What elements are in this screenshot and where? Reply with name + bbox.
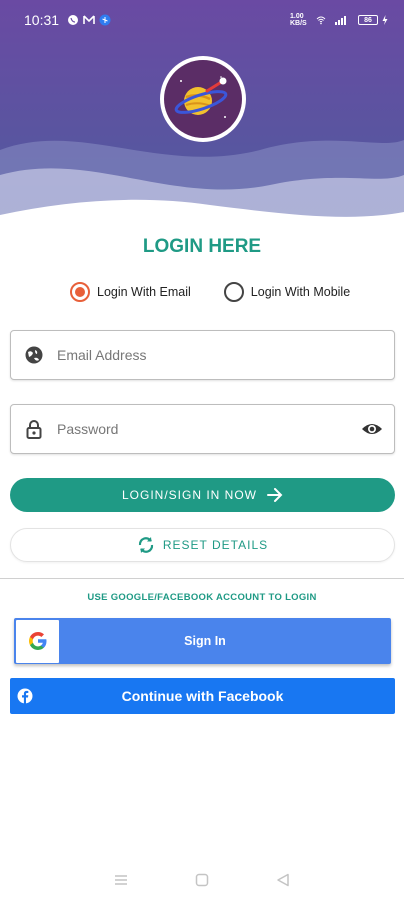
network-speed: 1.00 KB/S [290,13,307,27]
google-sign-in-label: Sign In [184,634,226,648]
radio-login-mobile[interactable]: Login With Mobile [223,282,351,302]
password-input[interactable] [57,421,350,437]
login-button-label: LOGIN/SIGN IN NOW [121,488,257,502]
planet-rocket-logo-icon [164,60,242,138]
google-sign-in-button[interactable]: Sign In [14,618,391,664]
wifi-icon [316,15,326,25]
globe-icon [11,345,57,365]
radio-button-email[interactable] [70,282,90,302]
signal-icon [334,15,350,25]
app-logo [160,56,246,142]
home-icon[interactable] [195,873,209,887]
email-field[interactable] [10,330,395,380]
whatsapp-icon [67,14,79,26]
radio-login-email[interactable]: Login With Email [70,282,191,302]
radio-label-email: Login With Email [97,285,191,299]
email-input[interactable] [57,347,394,363]
reset-button[interactable]: RESET DETAILS [10,528,395,562]
radio-button-mobile[interactable] [223,282,244,302]
password-field[interactable] [10,404,395,454]
radio-label-mobile: Login With Mobile [250,285,351,299]
mail-icon [83,15,95,25]
page-title: LOGIN HERE [142,236,262,257]
notification-dot-icon [99,14,111,26]
social-login-hint: USE GOOGLE/FACEBOOK ACCOUNT TO LOGIN [87,592,317,603]
facebook-logo-icon [10,688,40,704]
lock-icon [11,419,57,439]
back-icon[interactable] [276,873,290,887]
battery-indicator: 86 [358,15,378,25]
login-button[interactable]: LOGIN/SIGN IN NOW [10,478,395,512]
menu-icon[interactable] [114,874,128,886]
status-bar: 10:31 1.00 KB/S 86 [0,0,404,40]
refresh-icon [137,536,155,554]
eye-icon[interactable] [350,422,394,436]
facebook-login-label: Continue with Facebook [121,688,284,704]
reset-button-label: RESET DETAILS [162,538,269,552]
arrow-right-icon [267,488,283,502]
google-logo-icon [16,619,59,663]
status-time: 10:31 [24,12,60,28]
facebook-login-button[interactable]: Continue with Facebook [10,678,395,714]
login-mode-selector: Login With Email Login With Mobile [70,282,350,302]
system-nav-bar [0,866,404,894]
status-right-group: 1.00 KB/S 86 [290,13,392,27]
charging-icon [382,15,388,25]
section-divider [0,578,404,579]
